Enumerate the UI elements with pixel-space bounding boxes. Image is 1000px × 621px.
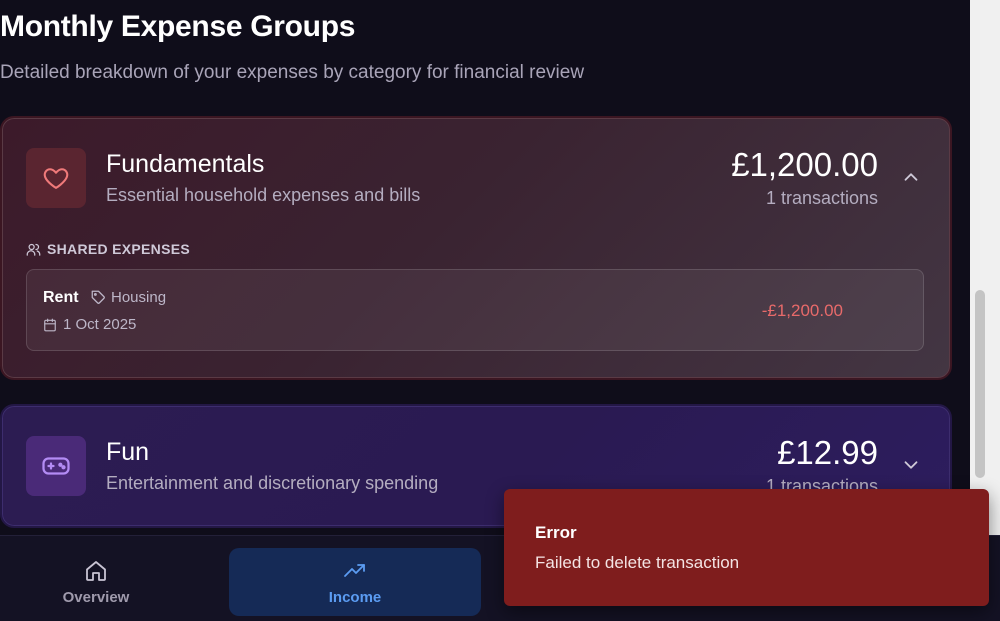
group-description: Essential household expenses and bills: [106, 185, 421, 205]
transaction-date: 1 Oct 2025: [43, 316, 136, 333]
page-title: Monthly Expense Groups: [0, 10, 356, 43]
group-total: £1,200.00: [731, 146, 878, 183]
transaction-name: Rent: [43, 289, 79, 306]
section-label-text: SHARED EXPENSES: [47, 241, 190, 257]
group-name: Fun: [106, 438, 150, 466]
tag-icon: [91, 290, 105, 304]
group-name: Fundamentals: [106, 150, 265, 178]
nav-item-label: Income: [328, 588, 382, 606]
error-toast[interactable]: Error Failed to delete transaction: [504, 489, 989, 606]
nav-item-income[interactable]: Income: [229, 548, 481, 616]
nav-item-overview[interactable]: Overview: [0, 548, 222, 616]
group-transaction-count: 1 transactions: [765, 188, 878, 208]
transaction-row[interactable]: Rent Housing 1 Oct 2025 -£1,200.00: [26, 269, 924, 351]
scrollbar-thumb[interactable]: [975, 290, 985, 478]
chevron-down-icon[interactable]: [900, 454, 922, 476]
transaction-amount: -£1,200.00: [761, 301, 843, 320]
toast-title: Error: [535, 523, 577, 542]
toast-message: Failed to delete transaction: [535, 553, 740, 572]
transaction-date-label: 1 Oct 2025: [63, 316, 137, 333]
chevron-up-icon[interactable]: [900, 166, 922, 188]
trending-up-icon: [344, 563, 365, 577]
gamepad-icon: [26, 436, 86, 496]
group-description: Entertainment and discretionary spending: [106, 473, 439, 493]
home-icon: [86, 560, 106, 581]
users-icon: [26, 243, 41, 256]
page-subtitle: Detailed breakdown of your expenses by c…: [0, 62, 585, 83]
group-total: £12.99: [777, 434, 878, 471]
section-label: SHARED EXPENSES: [26, 241, 190, 257]
group-card-fundamentals[interactable]: Fundamentals Essential household expense…: [0, 116, 952, 380]
heart-icon: [26, 148, 86, 208]
transaction-category: Housing: [91, 289, 166, 306]
nav-item-label: Overview: [62, 588, 130, 606]
transaction-category-label: Housing: [111, 289, 167, 306]
calendar-icon: [44, 318, 56, 331]
